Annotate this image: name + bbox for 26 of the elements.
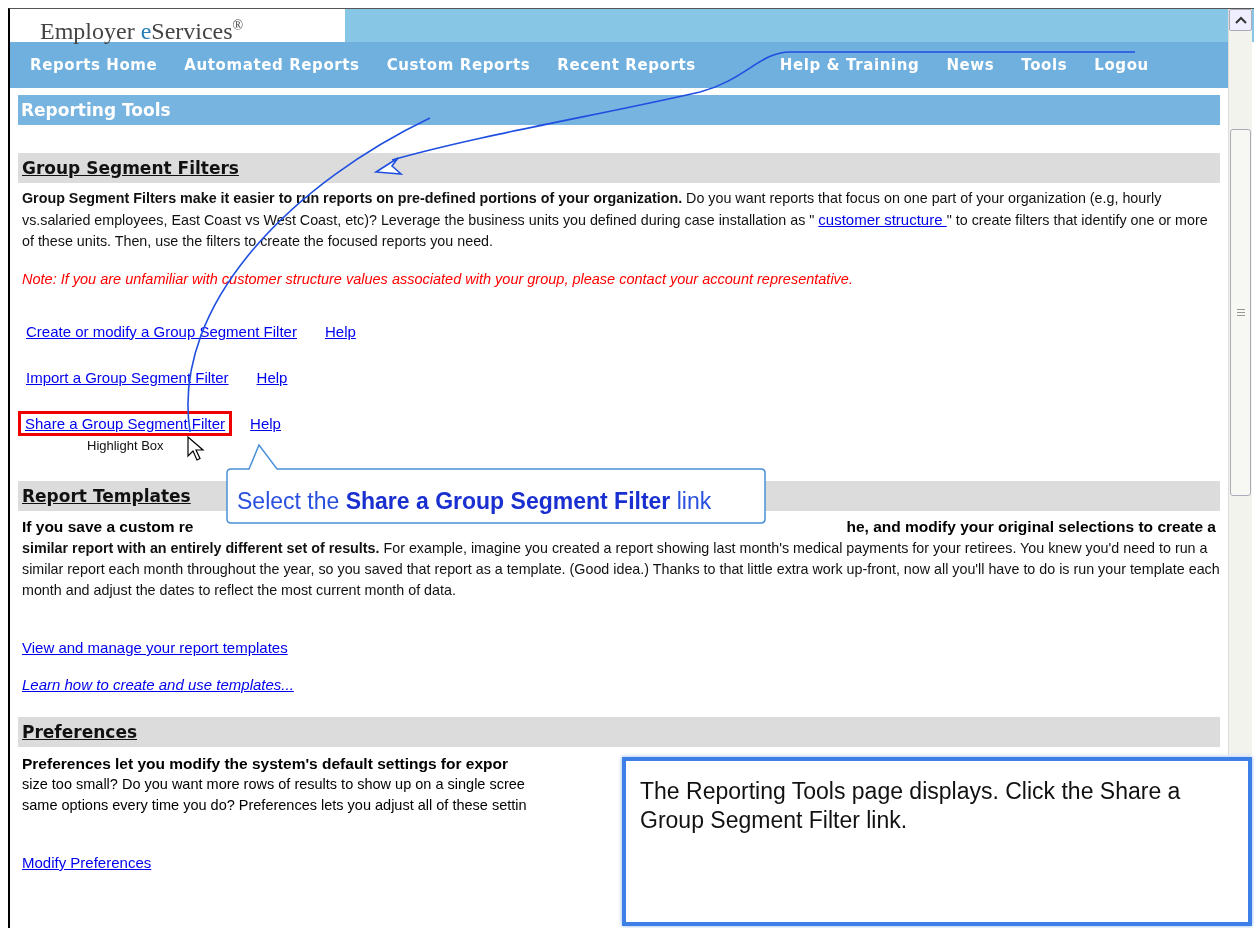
link[interactable]: Learn how to create and use templates... [22, 676, 294, 693]
help-link[interactable]: Help [256, 368, 288, 386]
text-line: Preferences let you modify the system's default settings for expor [22, 754, 510, 774]
callout-text: Select the Share a Group Segment Filter link [237, 488, 712, 514]
paragraph: similar report with an entirely different set of results. For example, imagine you created a report showing last month's medical payments for your retirees. You knew you'd need to run a similar report each month throughout the year, so you saved that report as a template. (Good idea.) Thanks to that little extra work up-front, now all you'll have to do is run your template each month and adjust the dates to reflect the most current month of data. [22, 539, 1220, 600]
help-link[interactable]: Help [324, 322, 356, 340]
scroll-thumb[interactable] [1230, 129, 1251, 496]
page-title: Reporting Tools [18, 95, 1220, 125]
text-line: size too small? Do you want more rows of results to show up on a single scree [22, 775, 526, 794]
text-line: same options every time you do? Preferences lets you adjust all of these settin [22, 796, 528, 815]
link[interactable]: customer structure [818, 211, 947, 228]
scroll-up-button[interactable] [1229, 9, 1252, 31]
link[interactable]: Modify Preferences [22, 854, 152, 871]
highlight-label: Highlight Box [87, 437, 164, 453]
text-fragment: he, and modify your original selections to create a [846, 517, 1216, 537]
section-heading: Preferences [22, 722, 138, 742]
help-link[interactable]: Help [250, 414, 281, 432]
text-fragment: If you save a custom re [22, 517, 194, 537]
callout-text: The Reporting Tools page displays. Click the Share a Group Segment Filter link. [640, 777, 1182, 835]
section-heading: Report Templates [22, 486, 191, 506]
link[interactable]: View and manage your report templates [22, 639, 288, 656]
link[interactable]: Share a Group Segment Filter [25, 414, 226, 432]
cursor-icon [187, 436, 207, 462]
section-heading: Group Segment Filters [22, 158, 239, 178]
logo: Employer eServices$^{®}$ [10, 9, 345, 42]
scrollbar[interactable] [1228, 9, 1252, 755]
